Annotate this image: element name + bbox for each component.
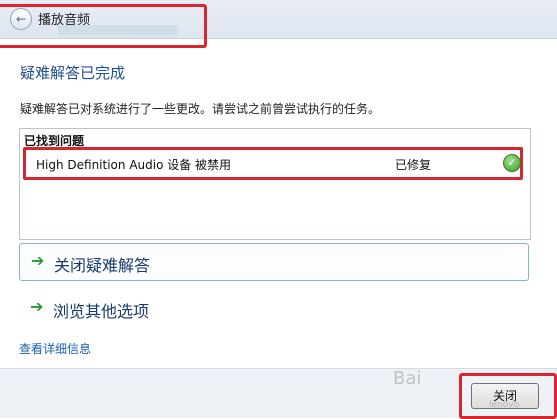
view-details-link[interactable]: 查看详细信息 bbox=[19, 340, 91, 357]
issue-name: High Definition Audio 设备 被禁用 bbox=[36, 158, 232, 172]
close-troubleshooter-link[interactable]: ➔ 关闭疑难解答 bbox=[19, 243, 529, 281]
page-description: 疑难解答已对系统进行了一些更改。请尝试之前曾尝试执行的任务。 bbox=[20, 102, 381, 116]
issue-row[interactable]: High Definition Audio 设备 被禁用 已修复 ✓ bbox=[23, 147, 523, 180]
issue-status: 已修复 bbox=[395, 158, 432, 172]
action-label: 浏览其他选项 bbox=[53, 302, 150, 321]
results-panel: 已找到问题 High Definition Audio 设备 被禁用 已修复 ✓ bbox=[19, 128, 531, 240]
annotation-highlight-title bbox=[0, 4, 207, 48]
action-label: 关闭疑难解答 bbox=[54, 256, 151, 275]
green-arrow-icon: ➔ bbox=[30, 297, 44, 316]
annotation-highlight-close bbox=[459, 373, 557, 419]
check-icon: ✓ bbox=[503, 154, 521, 172]
explore-options-link[interactable]: ➔ 浏览其他选项 bbox=[19, 290, 529, 328]
page-title: 疑难解答已完成 bbox=[20, 64, 126, 82]
green-arrow-icon: ➔ bbox=[31, 251, 45, 270]
